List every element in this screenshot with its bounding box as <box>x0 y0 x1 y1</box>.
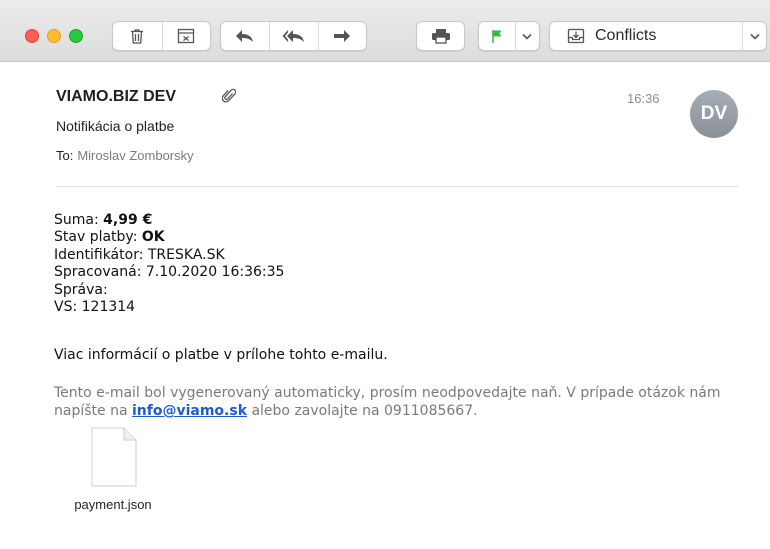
trash-button[interactable] <box>113 22 162 50</box>
reply-icon <box>236 30 254 42</box>
more-info-text: Viac informácií o platbe v prílohe tohto… <box>54 347 388 363</box>
received-time: 16:36 <box>627 91 660 106</box>
payment-details: Suma: 4,99 € Stav platby: OK Identifikát… <box>54 212 284 316</box>
mailbox-icon <box>567 28 585 44</box>
header-divider <box>56 186 738 187</box>
vs-line: VS: 121314 <box>54 299 136 316</box>
sender-name[interactable]: VIAMO.BIZ DEV <box>56 88 176 106</box>
footer-note: Tento e-mail bol vygenerovaný automatick… <box>54 385 721 419</box>
minimize-window-button[interactable] <box>47 29 61 43</box>
forward-button[interactable] <box>317 22 366 50</box>
message-line: Správa: <box>54 281 108 298</box>
identifier-line: Identifikátor: TRESKA.SK <box>54 246 225 263</box>
reply-all-icon <box>282 30 304 42</box>
print-button[interactable] <box>416 21 465 51</box>
reply-group <box>220 21 367 51</box>
trash-icon <box>131 28 144 44</box>
status-value: OK <box>141 229 165 246</box>
toolbar: Conflicts <box>0 0 770 62</box>
reply-all-button[interactable] <box>269 22 317 50</box>
document-icon[interactable] <box>91 427 137 487</box>
amount-value: 4,99 € <box>103 212 153 228</box>
chevron-down-icon <box>522 33 532 40</box>
amount-line: Suma: 4,99 € <box>54 212 153 228</box>
subject: Notifikácia o platbe <box>56 118 175 134</box>
avatar: DV <box>690 90 738 138</box>
archive-icon <box>178 28 195 44</box>
paperclip-icon <box>222 88 236 103</box>
chevron-down-icon <box>749 33 760 40</box>
mailbox-dropdown-toggle[interactable] <box>742 22 766 50</box>
status-line: Stav platby: OK <box>54 229 165 246</box>
zoom-window-button[interactable] <box>69 29 83 43</box>
email-link[interactable]: info@viamo.sk <box>132 403 247 419</box>
delete-archive-group <box>112 21 211 51</box>
flag-menu-button[interactable] <box>514 22 539 50</box>
mailbox-label: Conflicts <box>595 27 657 44</box>
archive-button[interactable] <box>161 22 211 50</box>
close-window-button[interactable] <box>25 29 39 43</box>
move-to-mailbox-select[interactable]: Conflicts <box>549 21 767 51</box>
flag-icon <box>492 29 502 43</box>
flag-group <box>478 21 540 51</box>
processed-line: Spracovaná: 7.10.2020 16:36:35 <box>54 264 285 281</box>
forward-icon <box>334 30 351 42</box>
recipient-line: To: Miroslav Zomborsky <box>56 148 194 163</box>
reply-button[interactable] <box>221 22 269 50</box>
flag-button[interactable] <box>479 22 515 50</box>
attachment-filename[interactable]: payment.json <box>0 497 226 512</box>
recipient-name[interactable]: Miroslav Zomborsky <box>77 148 193 163</box>
to-label: To: <box>56 148 74 163</box>
print-icon <box>431 29 450 44</box>
